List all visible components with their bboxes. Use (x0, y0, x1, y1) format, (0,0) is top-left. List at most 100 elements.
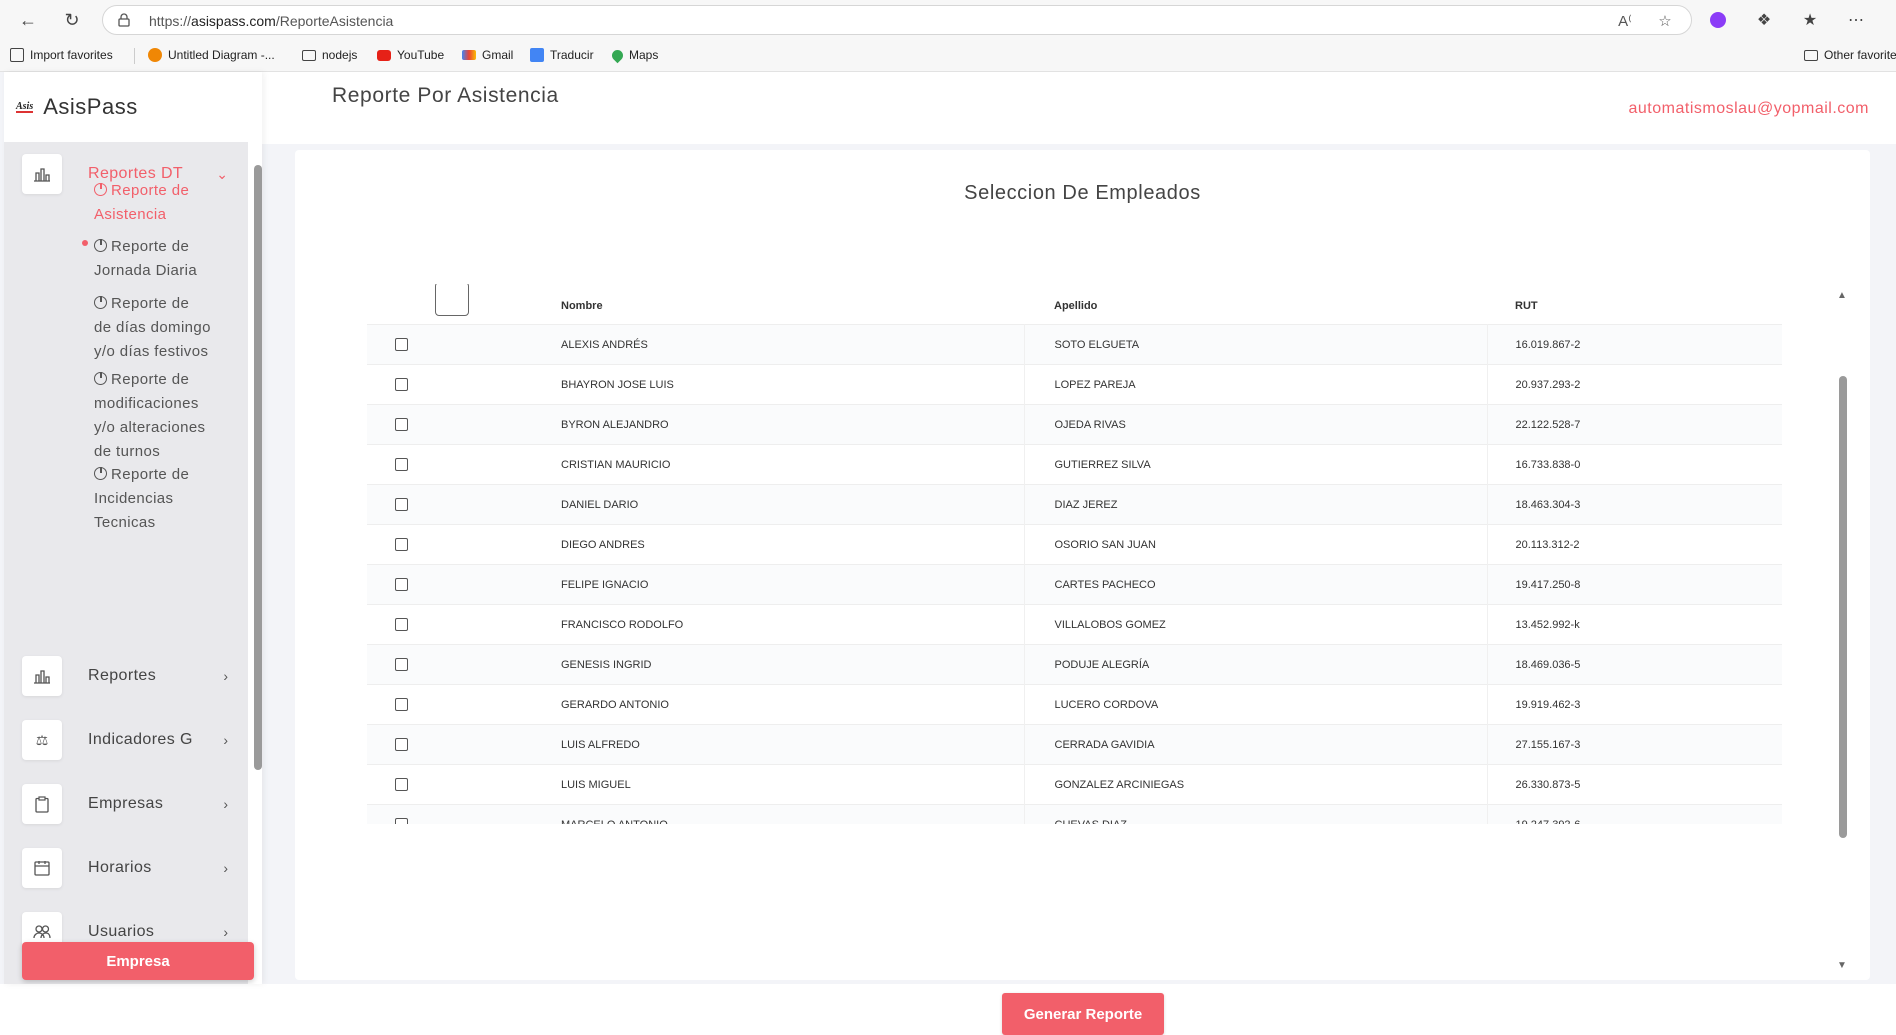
extensions-icon[interactable]: ❖ (1752, 8, 1776, 32)
brand[interactable]: Asis AsisPass (16, 94, 138, 120)
table-row[interactable]: FRANCISCO RODOLFO VILLALOBOS GOMEZ 13.452.… (367, 604, 1782, 645)
row-checkbox-cell (367, 484, 537, 525)
row-checkbox[interactable] (395, 418, 408, 431)
translate-icon (530, 48, 544, 62)
bookmark-youtube[interactable]: YouTube (377, 46, 444, 64)
table-row[interactable]: DANIEL DARIO DIAZ JEREZ 18.463.304-3 (367, 484, 1782, 525)
user-email[interactable]: automatismoslau@yopmail.com (1629, 100, 1870, 118)
reload-icon[interactable]: ↻ (60, 8, 84, 32)
pie-chart-icon (94, 296, 107, 309)
cell-rut: 27.155.167-3 (1487, 724, 1782, 765)
read-aloud-icon[interactable]: A⁽ (1615, 11, 1635, 31)
table-header-row: Nombre Apellido RUT (367, 284, 1782, 325)
row-checkbox[interactable] (395, 458, 408, 471)
url-path: /ReporteAsistencia (275, 13, 394, 29)
row-checkbox[interactable] (395, 538, 408, 551)
table-row[interactable]: LUIS MIGUEL GONZALEZ ARCINIEGAS 26.330.873… (367, 764, 1782, 805)
chevron-right-icon: › (223, 732, 228, 748)
cell-rut: 20.113.312-2 (1487, 524, 1782, 565)
column-header-nombre[interactable]: Nombre (537, 284, 1024, 325)
row-checkbox[interactable] (395, 578, 408, 591)
pie-chart-icon (94, 467, 107, 480)
column-header-rut[interactable]: RUT (1487, 284, 1782, 325)
cell-rut: 22.122.528-7 (1487, 404, 1782, 445)
bar-chart-icon (22, 154, 62, 194)
submenu-line: Asistencia (94, 206, 167, 223)
generate-report-button[interactable]: Generar Reporte (1002, 993, 1164, 1035)
submenu-reporte-modificaciones-turnos[interactable]: Reporte de modificaciones y/o alteraciones… (94, 368, 224, 464)
menu-groups-collapsed: Reportes › ⚖ Indicadores G › Empresas › … (4, 644, 248, 984)
cell-rut: 18.463.304-3 (1487, 484, 1782, 525)
favorite-star-icon[interactable]: ☆ (1655, 11, 1675, 31)
favorites-icon[interactable]: ★ (1798, 8, 1822, 32)
submenu-reporte-asistencia[interactable]: Reporte de Asistencia (94, 179, 224, 227)
row-checkbox-cell (367, 804, 537, 824)
copilot-extension-icon[interactable] (1706, 8, 1730, 32)
row-checkbox[interactable] (395, 738, 408, 751)
bookmark-maps[interactable]: Maps (609, 46, 658, 64)
menu-item-indicadores[interactable]: ⚖ Indicadores G › (4, 708, 248, 772)
menu-item-empresas[interactable]: Empresas › (4, 772, 248, 836)
row-checkbox[interactable] (395, 378, 408, 391)
back-arrow-icon[interactable]: ← (16, 8, 40, 32)
menu-item-reportes[interactable]: Reportes › (4, 644, 248, 708)
more-menu-icon[interactable]: ⋯ (1844, 8, 1868, 32)
row-checkbox[interactable] (395, 338, 408, 351)
cell-apellido: CERRADA GAVIDIA (1024, 724, 1488, 765)
submenu-reporte-incidencias-tecnicas[interactable]: Reporte de Incidencias Tecnicas (94, 463, 224, 535)
submenu-reporte-domingos-festivos[interactable]: Reporte de de días domingo y/o días festiv… (94, 292, 224, 364)
row-checkbox-cell (367, 564, 537, 605)
empresa-button[interactable]: Empresa (22, 942, 254, 980)
table-row[interactable]: DIEGO ANDRES OSORIO SAN JUAN 20.113.312-2 (367, 524, 1782, 565)
browser-chrome: ← ↻ https://asispass.com/ReporteAsistenc… (0, 0, 1896, 72)
submenu-line: Incidencias (94, 490, 174, 507)
address-bar[interactable]: https://asispass.com/ReporteAsistencia A… (102, 5, 1692, 35)
menu-item-horarios[interactable]: Horarios › (4, 836, 248, 900)
bookmark-other-favorites[interactable]: Other favorite (1804, 46, 1896, 64)
bookmark-untitled-diagram[interactable]: Untitled Diagram -... (148, 46, 275, 64)
menu-label: Usuarios (88, 923, 155, 940)
table-row[interactable]: GENESIS INGRID PODUJE ALEGRÍA 18.469.036-5 (367, 644, 1782, 685)
pie-chart-icon (94, 183, 107, 196)
row-checkbox-cell (367, 364, 537, 405)
bookmark-import-favorites[interactable]: Import favorites (10, 46, 113, 64)
cell-nombre: CRISTIAN MAURICIO (537, 444, 1025, 485)
table-row[interactable]: BHAYRON JOSE LUIS LOPEZ PAREJA 20.937.293-… (367, 364, 1782, 405)
bookmark-label: Traducir (550, 48, 594, 62)
table-row[interactable]: LUIS ALFREDO CERRADA GAVIDIA 27.155.167-3 (367, 724, 1782, 765)
table-row[interactable]: ALEXIS ANDRÉS SOTO ELGUETA 16.019.867-2 (367, 324, 1782, 365)
sidebar-scrollbar-thumb[interactable] (254, 165, 262, 770)
page-title: Reporte Por Asistencia (332, 84, 559, 107)
row-checkbox[interactable] (395, 618, 408, 631)
row-checkbox[interactable] (395, 658, 408, 671)
gmail-icon (462, 50, 476, 60)
menu-label: Indicadores G (88, 731, 193, 748)
bookmark-label: Import favorites (30, 48, 113, 62)
bookmark-traducir[interactable]: Traducir (530, 46, 594, 64)
bookmark-nodejs[interactable]: nodejs (302, 46, 357, 64)
cell-rut: 26.330.873-5 (1487, 764, 1782, 805)
row-checkbox[interactable] (395, 698, 408, 711)
employee-table-body: ALEXIS ANDRÉS SOTO ELGUETA 16.019.867-2 BHA… (367, 324, 1782, 824)
table-row[interactable]: BYRON ALEJANDRO OJEDA RIVAS 22.122.528-7 (367, 404, 1782, 445)
scroll-up-arrow-icon[interactable]: ▲ (1837, 290, 1847, 301)
cell-rut: 19.247.392-6 (1487, 804, 1782, 824)
submenu-line: y/o días festivos (94, 343, 209, 360)
bookmark-gmail[interactable]: Gmail (462, 46, 513, 64)
cell-nombre: BYRON ALEJANDRO (537, 404, 1025, 445)
table-row[interactable]: GERARDO ANTONIO LUCERO CORDOVA 19.919.462-… (367, 684, 1782, 725)
table-row[interactable]: MARCELO ANTONIOCUEVAS DIAZ19.247.392-6 (367, 804, 1782, 824)
submenu-reporte-jornada-diaria[interactable]: Reporte de Jornada Diaria (94, 235, 224, 283)
row-checkbox[interactable] (395, 498, 408, 511)
row-checkbox[interactable] (395, 818, 408, 824)
table-scrollbar-thumb[interactable] (1839, 376, 1847, 838)
youtube-icon (377, 49, 391, 61)
url-text: https://asispass.com/ReporteAsistencia (149, 13, 393, 29)
table-row[interactable]: FELIPE IGNACIO CARTES PACHECO 19.417.250-8 (367, 564, 1782, 605)
scroll-down-arrow-icon[interactable]: ▼ (1837, 960, 1847, 971)
select-all-checkbox[interactable] (435, 284, 469, 316)
folder-icon (302, 49, 316, 61)
row-checkbox[interactable] (395, 778, 408, 791)
table-row[interactable]: CRISTIAN MAURICIO GUTIERREZ SILVA 16.733.8… (367, 444, 1782, 485)
column-header-apellido[interactable]: Apellido (1024, 284, 1487, 325)
